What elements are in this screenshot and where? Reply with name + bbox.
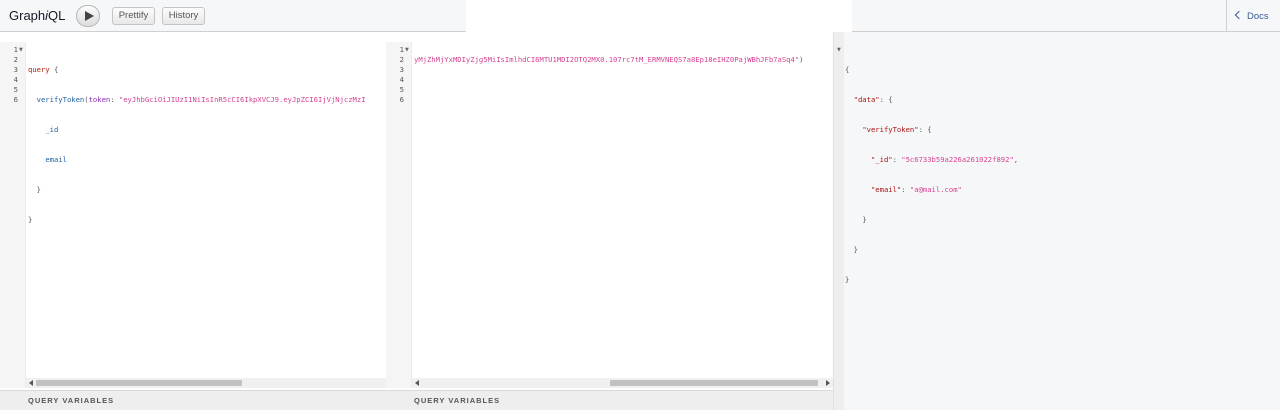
code-line-1: query {: [28, 65, 59, 74]
scrollbar-thumb[interactable]: [36, 380, 242, 386]
query-variables-toggle[interactable]: QUERY VARIABLES: [0, 390, 386, 410]
prettify-button[interactable]: Prettify: [112, 7, 155, 25]
scroll-left-icon[interactable]: [415, 380, 419, 386]
result-viewer[interactable]: ▼ { "data": { "verifyToken": { "_id": "5…: [833, 32, 1280, 410]
fold-arrow-icon[interactable]: ▼: [405, 45, 409, 55]
code-lines[interactable]: query { verifyToken(token: "eyJhbGciOiJI…: [28, 45, 366, 245]
result-line-7: }: [853, 245, 858, 254]
line-number: 6: [399, 95, 404, 104]
line-number: 5: [13, 85, 18, 94]
line-number: 1: [399, 45, 404, 54]
result-line-2: "data": {: [853, 95, 893, 104]
docs-button[interactable]: Docs: [1226, 0, 1280, 32]
result-line-3: "verifyToken": {: [862, 125, 932, 134]
query-editor[interactable]: 1 ▼ 2 3 4 5 6 query { verifyToken(token:…: [0, 42, 386, 388]
app-title: GraphiQL: [9, 8, 66, 23]
fold-arrow-icon[interactable]: ▼: [837, 45, 841, 55]
line-number-gutter: 1 ▼ 2 3 4 5 6: [386, 42, 412, 388]
result-json: { "data": { "verifyToken": { "_id": "5c6…: [845, 45, 1018, 305]
horizontal-scrollbar[interactable]: [26, 378, 386, 388]
query-variables-toggle-split[interactable]: QUERY VARIABLES: [386, 390, 833, 410]
horizontal-scrollbar[interactable]: [412, 378, 833, 388]
line-number: 3: [13, 65, 18, 74]
result-gutter: ▼: [834, 32, 844, 410]
code-line-6: }: [28, 215, 33, 224]
result-line-5: "email": "a@mail.com": [870, 185, 962, 194]
line-number: 4: [13, 75, 18, 84]
result-line-6: }: [862, 215, 867, 224]
line-number: 5: [399, 85, 404, 94]
line-number: 3: [399, 65, 404, 74]
chevron-left-icon: [1234, 10, 1244, 20]
code-line-3: _id: [45, 125, 59, 134]
history-button[interactable]: History: [162, 7, 205, 25]
fold-arrow-icon[interactable]: ▼: [19, 45, 23, 55]
line-number: 6: [13, 95, 18, 104]
line-number: 2: [13, 55, 18, 64]
toolbar: GraphiQL Prettify History: [0, 0, 466, 32]
scrollbar-thumb[interactable]: [610, 380, 818, 386]
line-number: 4: [399, 75, 404, 84]
execute-query-button[interactable]: [76, 5, 100, 27]
query-editor-split[interactable]: 1 ▼ 2 3 4 5 6 yMjZhMjYxMDIyZjg5MiIsImlhd…: [386, 42, 833, 388]
code-line-2-continued[interactable]: yMjZhMjYxMDIyZjg5MiIsImlhdCI6MTU1MDI2OTQ…: [414, 55, 803, 65]
toolbar-right: Docs: [852, 0, 1280, 32]
result-line-8: }: [845, 275, 850, 284]
play-icon: [85, 11, 94, 21]
scroll-left-icon[interactable]: [29, 380, 33, 386]
toolbar-gap: [466, 0, 852, 32]
line-number: 1: [13, 45, 18, 54]
code-line-5: }: [36, 185, 41, 194]
result-line-1: {: [845, 65, 850, 74]
code-line-4: email: [45, 155, 67, 164]
code-line-2: verifyToken(token: "eyJhbGciOiJIUzI1NiIs…: [36, 95, 366, 104]
result-line-4: "_id": "5c6733b59a226a261022f892",: [870, 155, 1019, 164]
line-number-gutter: 1 ▼ 2 3 4 5 6: [0, 42, 26, 388]
line-number: 2: [399, 55, 404, 64]
scroll-right-icon[interactable]: [826, 380, 830, 386]
